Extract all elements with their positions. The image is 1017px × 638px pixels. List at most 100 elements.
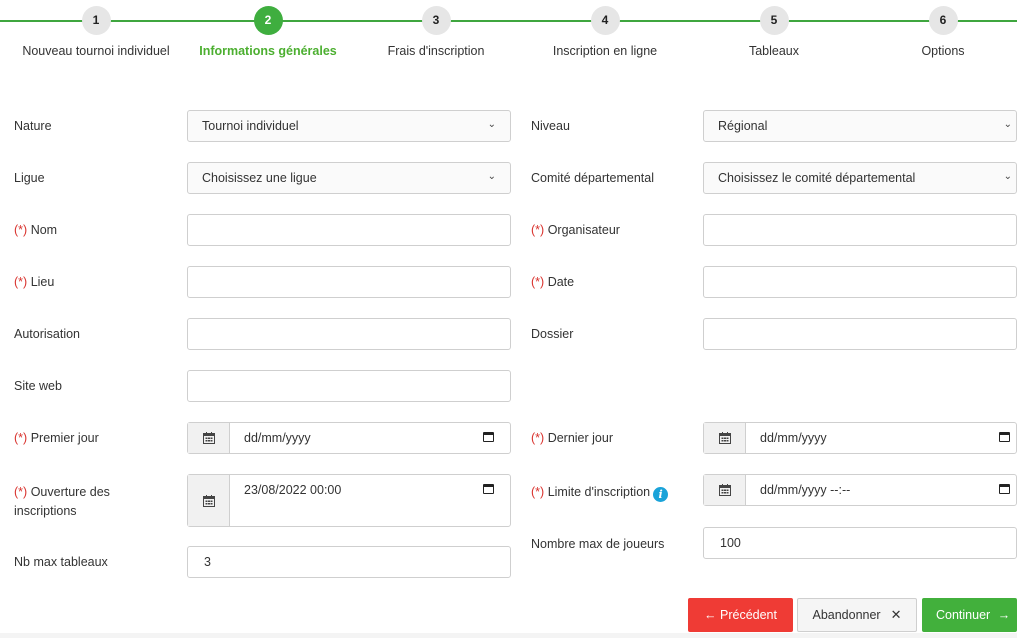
site-web-label: Site web	[14, 379, 62, 393]
dernier-jour-value: dd/mm/yyyy	[760, 431, 827, 445]
date-picker-icon[interactable]	[999, 432, 1010, 442]
step-3-number: 3	[421, 6, 451, 35]
calendar-icon	[203, 432, 215, 444]
required-marker: (*)	[14, 275, 28, 289]
nb-max-tableaux-value: 3	[204, 555, 211, 569]
step-2-label: Informations générales	[199, 44, 337, 58]
calendar-icon	[719, 484, 731, 496]
chevron-down-icon: ⌄	[487, 119, 496, 130]
dernier-jour-label: (*) Dernier jour	[531, 429, 613, 448]
required-marker: (*)	[531, 485, 545, 499]
calendar-icon	[203, 495, 215, 507]
lieu-label-text: Lieu	[30, 275, 55, 289]
ouverture-input[interactable]: 23/08/2022 00:00	[187, 474, 511, 527]
nature-label: Nature	[14, 119, 52, 133]
continue-button-label: Continuer	[936, 608, 991, 622]
date-picker-icon[interactable]	[999, 484, 1010, 494]
date-label-text: Date	[547, 275, 575, 289]
step-4-number: 4	[590, 6, 620, 35]
continue-button[interactable]: Continuer →	[922, 598, 1017, 632]
date-picker-icon[interactable]	[483, 484, 494, 494]
date-picker-icon[interactable]	[483, 432, 494, 442]
lieu-label: (*) Lieu	[14, 273, 54, 292]
step-5[interactable]: 5 Tableaux	[684, 6, 864, 58]
nom-input[interactable]	[187, 214, 511, 246]
dossier-label: Dossier	[531, 327, 574, 341]
premier-jour-input[interactable]: dd/mm/yyyy	[187, 422, 511, 454]
comite-value: Choisissez le comité départemental	[718, 171, 916, 185]
step-3[interactable]: 3 Frais d'inscription	[346, 6, 526, 58]
arrow-left-icon: ←	[704, 608, 717, 622]
step-6-label: Options	[921, 44, 965, 58]
step-6-number: 6	[928, 6, 958, 35]
required-marker: (*)	[14, 223, 28, 237]
step-4-label: Inscription en ligne	[552, 44, 658, 58]
premier-jour-value: dd/mm/yyyy	[244, 431, 311, 445]
autorisation-label: Autorisation	[14, 327, 81, 341]
ouverture-label: (*) Ouverture des inscriptions	[14, 483, 110, 521]
step-3-label: Frais d'inscription	[387, 44, 485, 58]
required-marker: (*)	[14, 431, 28, 445]
ligue-select[interactable]: Choisissez une ligue ⌄	[187, 162, 511, 194]
ouverture-label-line1: Ouverture des	[30, 485, 110, 499]
ligue-label: Ligue	[14, 171, 45, 185]
chevron-down-icon: ⌄	[1003, 119, 1012, 130]
comite-label: Comité départemental	[531, 171, 654, 185]
arrow-right-icon: →	[997, 608, 1011, 622]
step-5-label: Tableaux	[748, 44, 800, 58]
abandon-button-label: Abandonner	[812, 608, 881, 622]
ligue-value: Choisissez une ligue	[202, 171, 317, 185]
autorisation-input[interactable]	[187, 318, 511, 350]
dernier-jour-label-text: Dernier jour	[547, 431, 613, 445]
nb-max-joueurs-input[interactable]: 100	[703, 527, 1017, 559]
step-2[interactable]: 2 Informations générales	[178, 6, 358, 58]
previous-button-label: Précédent	[720, 608, 777, 622]
info-icon[interactable]: i	[653, 487, 669, 502]
niveau-select[interactable]: Régional ⌄	[703, 110, 1017, 142]
calendar-icon	[719, 432, 731, 444]
limite-label: (*) Limite d'inscription i	[531, 483, 669, 502]
abandon-button[interactable]: Abandonner ✕	[797, 598, 917, 632]
nature-select[interactable]: Tournoi individuel ⌄	[187, 110, 511, 142]
organisateur-label: (*) Organisateur	[531, 221, 620, 240]
step-4[interactable]: 4 Inscription en ligne	[515, 6, 695, 58]
required-marker: (*)	[14, 485, 28, 499]
comite-select[interactable]: Choisissez le comité départemental ⌄	[703, 162, 1017, 194]
premier-jour-label-text: Premier jour	[30, 431, 99, 445]
close-icon: ✕	[890, 607, 902, 622]
step-1-number: 1	[81, 6, 111, 35]
date-label: (*) Date	[531, 273, 574, 292]
nb-max-joueurs-label: Nombre max de joueurs	[531, 537, 665, 551]
lieu-input[interactable]	[187, 266, 511, 298]
dossier-input[interactable]	[703, 318, 1017, 350]
date-input[interactable]	[703, 266, 1017, 298]
calendar-addon	[704, 423, 746, 453]
step-2-number: 2	[253, 6, 283, 35]
calendar-addon	[188, 423, 230, 453]
chevron-down-icon: ⌄	[1003, 171, 1012, 182]
previous-button[interactable]: ← Précédent	[688, 598, 793, 632]
step-6[interactable]: 6 Options	[853, 6, 1017, 58]
nature-value: Tournoi individuel	[202, 119, 299, 133]
ouverture-label-line2: inscriptions	[14, 504, 77, 518]
calendar-addon	[704, 475, 746, 505]
nb-max-tableaux-input[interactable]: 3	[187, 546, 511, 578]
premier-jour-label: (*) Premier jour	[14, 429, 99, 448]
step-1[interactable]: 1 Nouveau tournoi individuel	[6, 6, 186, 58]
step-5-number: 5	[759, 6, 789, 35]
site-web-input[interactable]	[187, 370, 511, 402]
organisateur-label-text: Organisateur	[547, 223, 620, 237]
dernier-jour-input[interactable]: dd/mm/yyyy	[703, 422, 1017, 454]
nb-max-joueurs-value: 100	[720, 536, 741, 550]
niveau-value: Régional	[718, 119, 768, 133]
ouverture-value: 23/08/2022 00:00	[244, 483, 342, 497]
bottom-scroll-area	[0, 633, 1017, 638]
limite-label-text: Limite d'inscription	[547, 485, 651, 499]
required-marker: (*)	[531, 223, 545, 237]
limite-input[interactable]: dd/mm/yyyy --:--	[703, 474, 1017, 506]
organisateur-input[interactable]	[703, 214, 1017, 246]
calendar-addon	[188, 475, 230, 526]
niveau-label: Niveau	[531, 119, 570, 133]
wizard-stepper: 1 Nouveau tournoi individuel 2 Informati…	[0, 0, 1017, 70]
required-marker: (*)	[531, 431, 545, 445]
